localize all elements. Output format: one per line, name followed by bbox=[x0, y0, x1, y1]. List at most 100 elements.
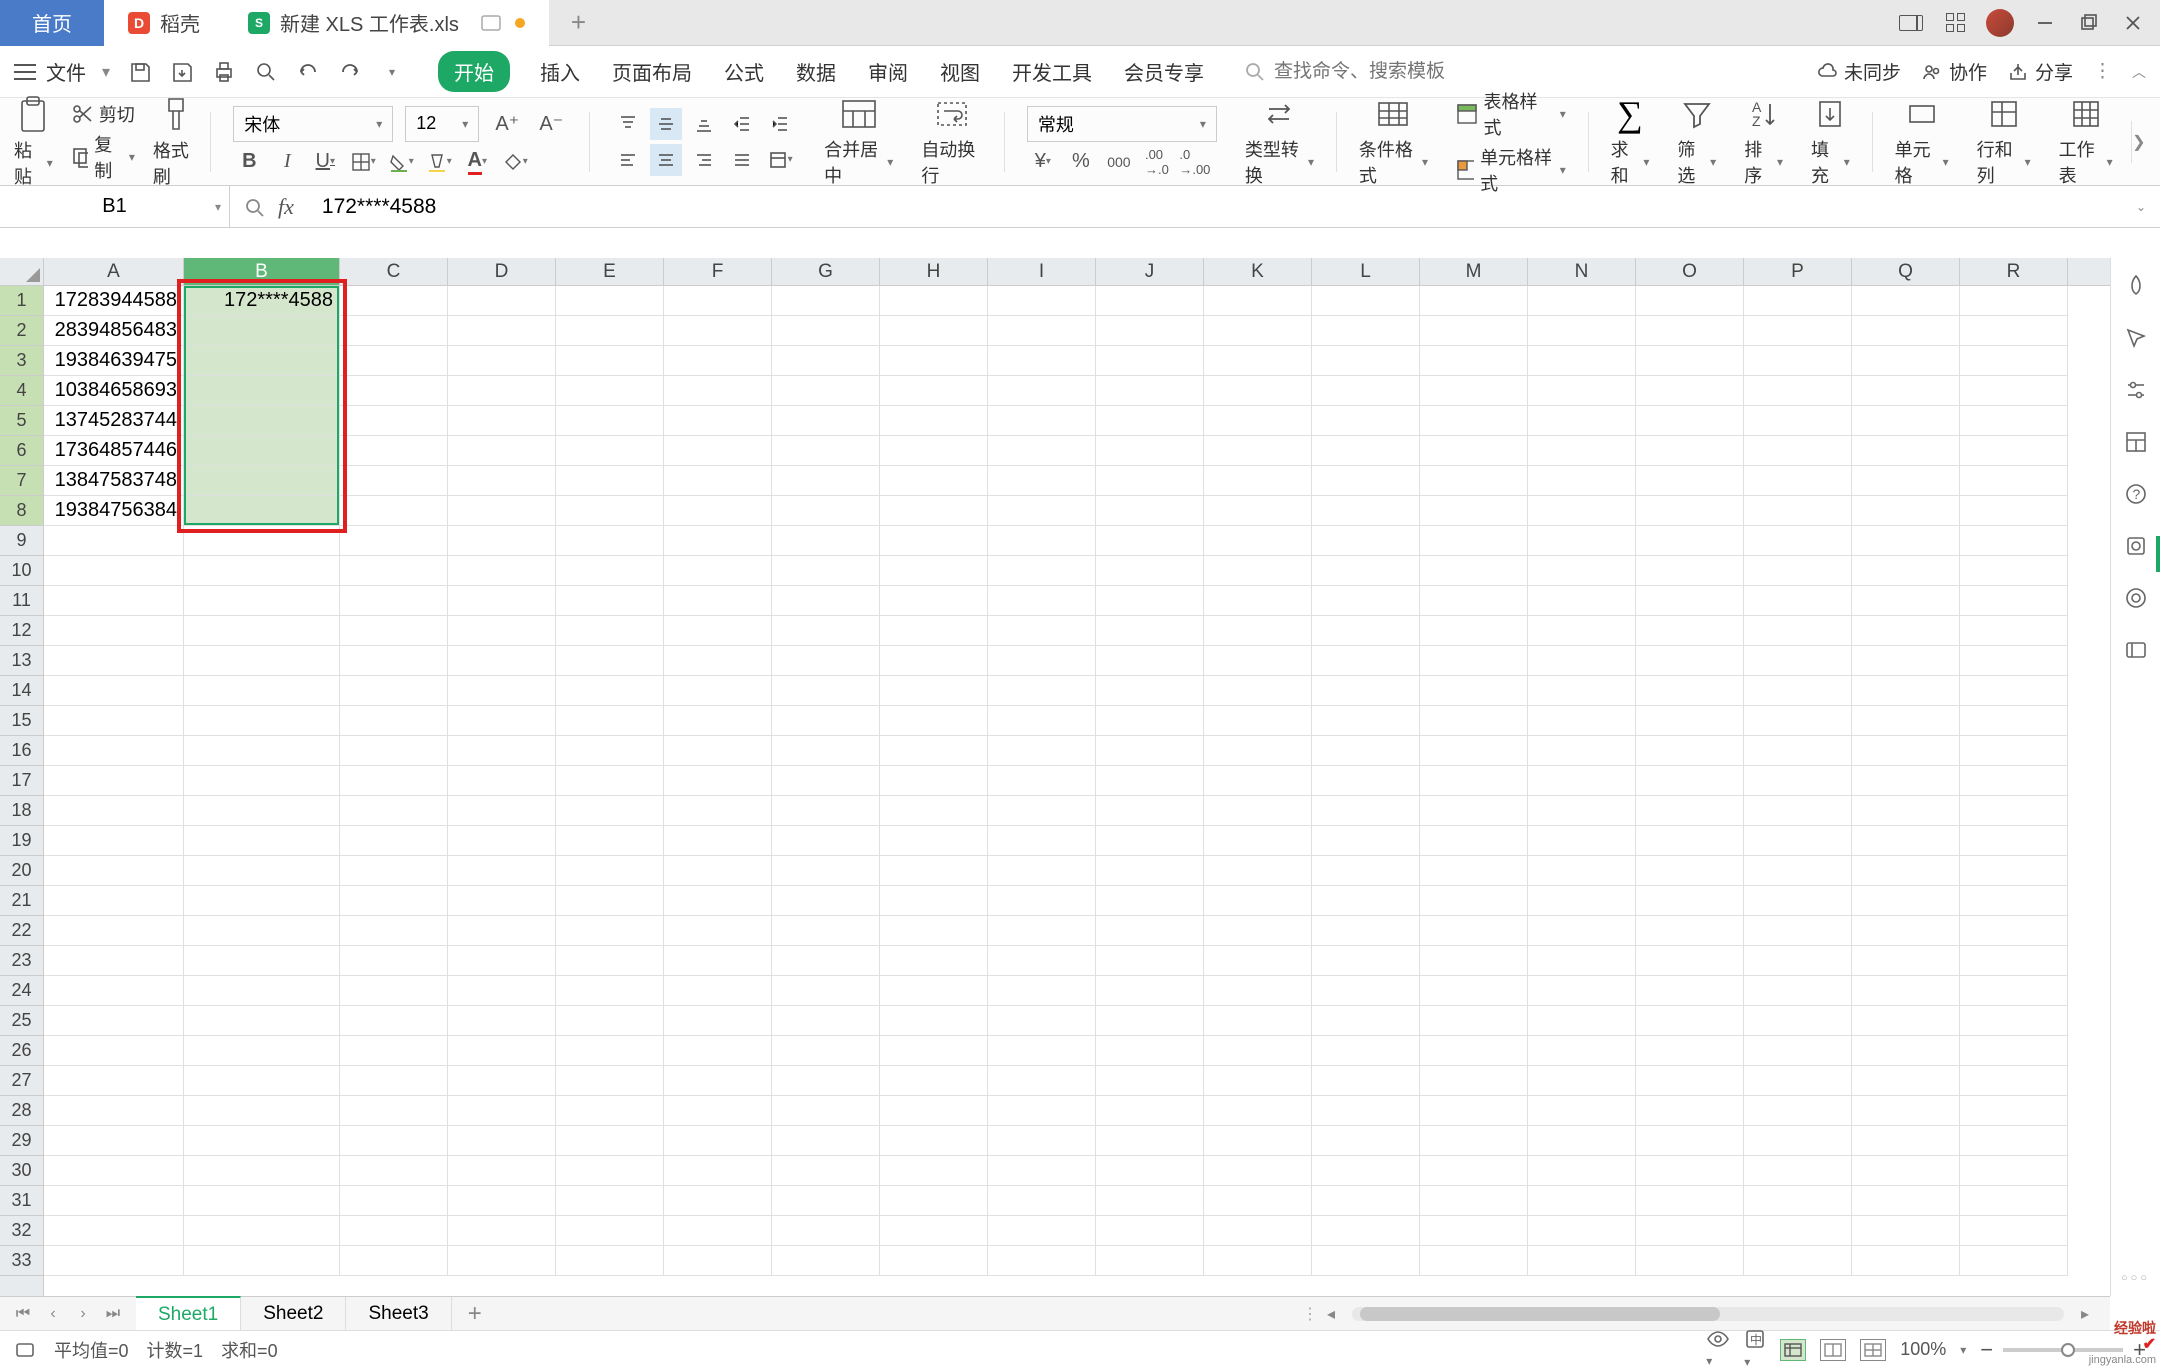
cell-K17[interactable] bbox=[1204, 766, 1312, 796]
cell-K13[interactable] bbox=[1204, 646, 1312, 676]
cell-M7[interactable] bbox=[1420, 466, 1528, 496]
cell-F14[interactable] bbox=[664, 676, 772, 706]
cell-C5[interactable] bbox=[340, 406, 448, 436]
row-header-24[interactable]: 24 bbox=[0, 976, 43, 1006]
cell-J32[interactable] bbox=[1096, 1216, 1204, 1246]
percent-icon[interactable]: % bbox=[1065, 146, 1097, 178]
cell-R21[interactable] bbox=[1960, 886, 2068, 916]
col-header-M[interactable]: M bbox=[1420, 258, 1528, 285]
cell-A22[interactable] bbox=[44, 916, 184, 946]
cell-E17[interactable] bbox=[556, 766, 664, 796]
cell-N5[interactable] bbox=[1528, 406, 1636, 436]
cell-R25[interactable] bbox=[1960, 1006, 2068, 1036]
cell-M19[interactable] bbox=[1420, 826, 1528, 856]
cell-J26[interactable] bbox=[1096, 1036, 1204, 1066]
cell-R29[interactable] bbox=[1960, 1126, 2068, 1156]
cell-H20[interactable] bbox=[880, 856, 988, 886]
cell-K26[interactable] bbox=[1204, 1036, 1312, 1066]
share-button[interactable]: 分享 bbox=[2007, 58, 2073, 85]
cell-R26[interactable] bbox=[1960, 1036, 2068, 1066]
cell-Q25[interactable] bbox=[1852, 1006, 1960, 1036]
col-header-J[interactable]: J bbox=[1096, 258, 1204, 285]
orientation-icon[interactable]: ▾ bbox=[764, 144, 796, 176]
window-minimize-button[interactable] bbox=[2032, 10, 2058, 36]
cell-M2[interactable] bbox=[1420, 316, 1528, 346]
cell-O8[interactable] bbox=[1636, 496, 1744, 526]
cell-R7[interactable] bbox=[1960, 466, 2068, 496]
cell-N29[interactable] bbox=[1528, 1126, 1636, 1156]
cell-E18[interactable] bbox=[556, 796, 664, 826]
cell-J11[interactable] bbox=[1096, 586, 1204, 616]
cell-I29[interactable] bbox=[988, 1126, 1096, 1156]
cell-P30[interactable] bbox=[1744, 1156, 1852, 1186]
cell-O28[interactable] bbox=[1636, 1096, 1744, 1126]
cell-F32[interactable] bbox=[664, 1216, 772, 1246]
cell-Q32[interactable] bbox=[1852, 1216, 1960, 1246]
cell-G25[interactable] bbox=[772, 1006, 880, 1036]
cell-I15[interactable] bbox=[988, 706, 1096, 736]
row-header-9[interactable]: 9 bbox=[0, 526, 43, 556]
name-box-dropdown-icon[interactable]: ▾ bbox=[215, 200, 221, 214]
cell-R16[interactable] bbox=[1960, 736, 2068, 766]
cell-P33[interactable] bbox=[1744, 1246, 1852, 1276]
cell-I21[interactable] bbox=[988, 886, 1096, 916]
cell-C13[interactable] bbox=[340, 646, 448, 676]
cell-L14[interactable] bbox=[1312, 676, 1420, 706]
col-header-A[interactable]: A bbox=[44, 258, 184, 285]
cell-D16[interactable] bbox=[448, 736, 556, 766]
cell-Q18[interactable] bbox=[1852, 796, 1960, 826]
cell-P25[interactable] bbox=[1744, 1006, 1852, 1036]
cell-I27[interactable] bbox=[988, 1066, 1096, 1096]
cell-R23[interactable] bbox=[1960, 946, 2068, 976]
cell-G5[interactable] bbox=[772, 406, 880, 436]
panel-toggle-icon[interactable] bbox=[1898, 10, 1924, 36]
cell-P2[interactable] bbox=[1744, 316, 1852, 346]
cell-B25[interactable] bbox=[184, 1006, 340, 1036]
cell-P1[interactable] bbox=[1744, 286, 1852, 316]
cell-K31[interactable] bbox=[1204, 1186, 1312, 1216]
cell-B29[interactable] bbox=[184, 1126, 340, 1156]
cell-L18[interactable] bbox=[1312, 796, 1420, 826]
increase-indent-icon[interactable] bbox=[764, 108, 796, 140]
cell-G15[interactable] bbox=[772, 706, 880, 736]
cell-B4[interactable] bbox=[184, 376, 340, 406]
cell-G27[interactable] bbox=[772, 1066, 880, 1096]
cell-F3[interactable] bbox=[664, 346, 772, 376]
cell-H19[interactable] bbox=[880, 826, 988, 856]
cell-E2[interactable] bbox=[556, 316, 664, 346]
cell-C28[interactable] bbox=[340, 1096, 448, 1126]
cell-E26[interactable] bbox=[556, 1036, 664, 1066]
cell-J14[interactable] bbox=[1096, 676, 1204, 706]
cell-B17[interactable] bbox=[184, 766, 340, 796]
cell-C10[interactable] bbox=[340, 556, 448, 586]
cell-E7[interactable] bbox=[556, 466, 664, 496]
cell-H6[interactable] bbox=[880, 436, 988, 466]
cell-O16[interactable] bbox=[1636, 736, 1744, 766]
cell-Q31[interactable] bbox=[1852, 1186, 1960, 1216]
cell-F25[interactable] bbox=[664, 1006, 772, 1036]
cell-Q27[interactable] bbox=[1852, 1066, 1960, 1096]
cell-O10[interactable] bbox=[1636, 556, 1744, 586]
cell-O25[interactable] bbox=[1636, 1006, 1744, 1036]
app-grid-icon[interactable] bbox=[1942, 10, 1968, 36]
cell-B20[interactable] bbox=[184, 856, 340, 886]
cell-N3[interactable] bbox=[1528, 346, 1636, 376]
cell-H14[interactable] bbox=[880, 676, 988, 706]
underline-button[interactable]: U▾ bbox=[309, 146, 341, 178]
cell-E19[interactable] bbox=[556, 826, 664, 856]
cell-R5[interactable] bbox=[1960, 406, 2068, 436]
cell-E12[interactable] bbox=[556, 616, 664, 646]
italic-button[interactable]: I bbox=[271, 146, 303, 178]
row-header-6[interactable]: 6 bbox=[0, 436, 43, 466]
col-header-F[interactable]: F bbox=[664, 258, 772, 285]
cell-R28[interactable] bbox=[1960, 1096, 2068, 1126]
cell-C23[interactable] bbox=[340, 946, 448, 976]
cell-R2[interactable] bbox=[1960, 316, 2068, 346]
cell-F10[interactable] bbox=[664, 556, 772, 586]
cell-C15[interactable] bbox=[340, 706, 448, 736]
cell-E5[interactable] bbox=[556, 406, 664, 436]
cell-D24[interactable] bbox=[448, 976, 556, 1006]
row-header-15[interactable]: 15 bbox=[0, 706, 43, 736]
cell-R9[interactable] bbox=[1960, 526, 2068, 556]
cell-G1[interactable] bbox=[772, 286, 880, 316]
